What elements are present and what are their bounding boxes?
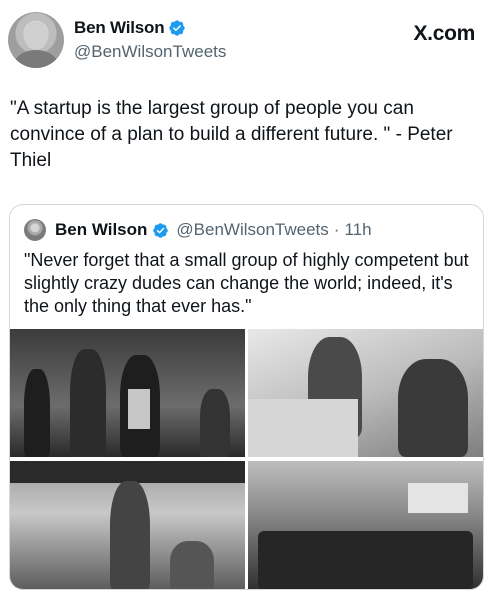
photo-highlight [408,483,468,513]
media-photo-sailing[interactable] [10,461,245,589]
photo-figure [10,461,245,483]
quoted-author-display-name[interactable]: Ben Wilson [55,220,147,240]
photo-highlight [248,399,358,457]
avatar-shoulders [14,50,58,68]
photo-figure [24,369,50,457]
quoted-tweet-text: "Never forget that a small group of high… [24,250,469,316]
photo-highlight [128,389,150,429]
media-grid [10,329,483,589]
photo-figure [258,531,473,589]
author-name-row: Ben Wilson [74,18,186,38]
meta-separator: · [333,220,340,239]
author-display-name[interactable]: Ben Wilson [74,18,165,38]
verified-badge-icon [169,20,186,36]
photo-figure [70,349,106,457]
quoted-author-handle[interactable]: @BenWilsonTweets [176,220,328,240]
quoted-tweet[interactable]: Ben Wilson @BenWilsonTweets · 11h "Never… [9,204,484,590]
quoted-tweet-header: Ben Wilson @BenWilsonTweets · 11h [24,219,372,241]
verified-badge-icon [153,222,169,238]
photo-figure [110,481,150,589]
brand-logo: X.com [413,22,475,45]
photo-figure [200,389,230,457]
media-photo-mission-control[interactable] [248,461,483,589]
photo-figure [398,359,468,457]
avatar-face [24,22,48,50]
media-photo-lab[interactable] [248,329,483,457]
tweet-header: Ben Wilson @BenWilsonTweets X.com [8,12,485,70]
quoted-author-avatar[interactable] [24,219,46,241]
media-photo-band[interactable] [10,329,245,457]
photo-figure [170,541,214,589]
author-avatar[interactable] [8,12,64,68]
tweet-text: "A startup is the largest group of peopl… [10,98,458,171]
author-handle[interactable]: @BenWilsonTweets [74,42,226,62]
quoted-timestamp[interactable]: 11h [344,220,371,240]
